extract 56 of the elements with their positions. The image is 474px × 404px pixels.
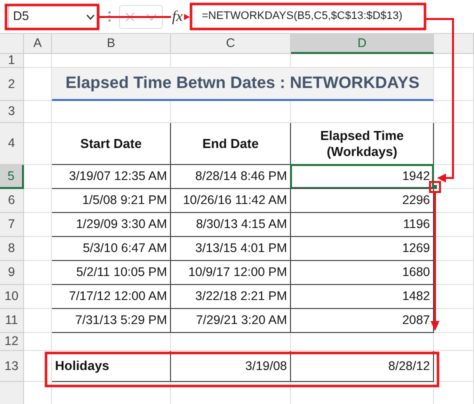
empty-cell[interactable]	[291, 101, 434, 123]
row-header[interactable]: 11	[0, 309, 24, 333]
cell-reference: D5	[13, 8, 29, 26]
row-header[interactable]: 12	[0, 333, 24, 351]
empty-cell[interactable]	[434, 189, 474, 213]
highlight-frame	[429, 181, 441, 193]
empty-cell[interactable]	[434, 237, 474, 261]
table-cell: 8/28/12	[290, 350, 434, 382]
empty-cell[interactable]	[52, 333, 171, 351]
table-cell: 2087	[290, 308, 434, 333]
column-header[interactable]: B	[52, 34, 171, 54]
row-header[interactable]: 2	[0, 68, 24, 101]
empty-cell[interactable]	[434, 54, 474, 68]
empty-cell[interactable]	[434, 333, 474, 351]
table-cell: 1942	[290, 164, 434, 189]
column-header[interactable]: C	[171, 34, 291, 54]
empty-cell[interactable]	[171, 333, 291, 351]
row-header[interactable]: 7	[0, 213, 24, 237]
empty-cell[interactable]	[171, 101, 291, 123]
empty-cell[interactable]	[171, 54, 291, 68]
row-header[interactable]: 9	[0, 261, 24, 285]
empty-cell[interactable]	[291, 54, 434, 68]
more-icon[interactable]	[108, 11, 111, 22]
empty-cell[interactable]	[434, 261, 474, 285]
sheet-title: Elapsed Time Betwn Dates : NETWORKDAYS	[52, 68, 434, 101]
empty-cell[interactable]	[434, 351, 474, 382]
empty-cell[interactable]	[291, 333, 434, 351]
row-header[interactable]: 5	[0, 165, 24, 189]
row-header[interactable]: 8	[0, 237, 24, 261]
table-cell: 2296	[290, 188, 434, 213]
empty-cell[interactable]	[24, 68, 52, 101]
empty-cell[interactable]	[434, 213, 474, 237]
row-header[interactable]: 10	[0, 285, 24, 309]
row-header[interactable]: 6	[0, 189, 24, 213]
fill-handle[interactable]	[433, 185, 437, 189]
empty-cell[interactable]	[24, 351, 52, 382]
insert-function-button[interactable]: fx	[171, 8, 184, 26]
name-box[interactable]: D5	[8, 4, 100, 28]
empty-cell[interactable]	[434, 123, 474, 165]
formula-field[interactable]: =NETWORKDAYS(B5,C5,$C$13:$D$13)	[198, 6, 406, 26]
empty-cell[interactable]	[434, 101, 474, 123]
column-header[interactable]: D	[291, 34, 434, 54]
caret-icon[interactable]	[86, 14, 95, 20]
cancel-icon[interactable]	[125, 12, 136, 22]
row-header[interactable]: 4	[0, 123, 24, 165]
header-background	[0, 382, 24, 404]
row-header[interactable]: 13	[0, 351, 24, 382]
empty-cell[interactable]	[52, 101, 171, 123]
enter-icon[interactable]	[146, 12, 157, 20]
column-header[interactable]: A	[24, 34, 52, 54]
empty-cell[interactable]	[24, 123, 52, 165]
empty-cell[interactable]	[434, 285, 474, 309]
select-all-corner[interactable]	[0, 34, 24, 54]
row-header[interactable]: 1	[0, 54, 24, 68]
row-header[interactable]: 3	[0, 101, 24, 123]
empty-cell[interactable]	[52, 54, 171, 68]
